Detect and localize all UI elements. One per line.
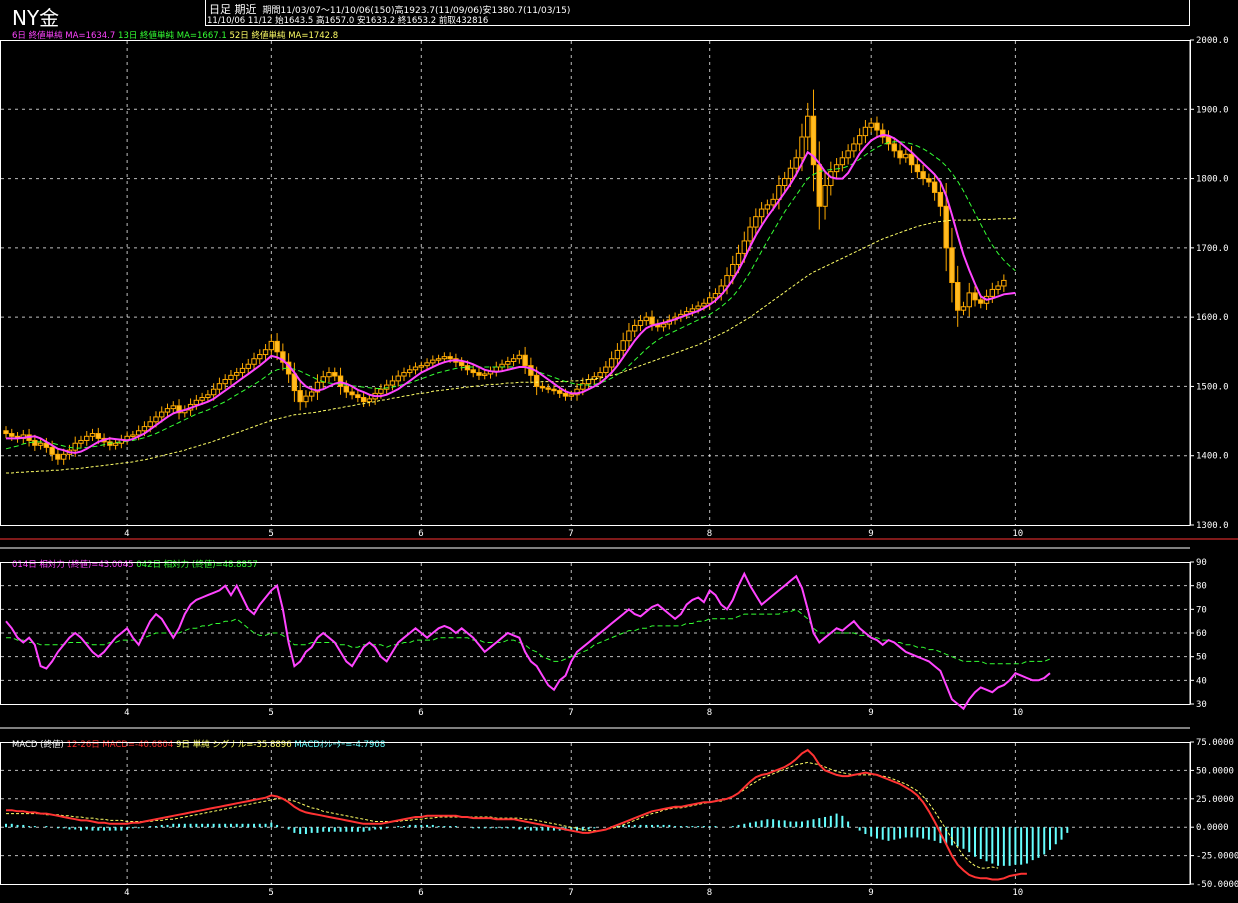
macd-ytick-label: -25.0000: [1196, 852, 1238, 862]
macd-xtick-label: 10: [1012, 888, 1023, 898]
macd-ytick-label: -50.0000: [1196, 880, 1238, 890]
macd-ytick-label: 0.0000: [1196, 823, 1229, 833]
macd-xtick-label: 5: [268, 888, 273, 898]
macd-signal-line: [6, 761, 999, 869]
macd-xtick-label: 6: [418, 888, 423, 898]
macd-xtick-label: 7: [568, 888, 573, 898]
macd-ytick-label: 50.0000: [1196, 766, 1234, 776]
macd-line: [6, 748, 1027, 881]
macd-ytick-label: 25.0000: [1196, 795, 1234, 805]
macd-xtick-label: 4: [124, 888, 129, 898]
macd-xtick-label: 9: [868, 888, 873, 898]
macd-chart: 75.0000 50.0000 25.0000 0.0000 -25.0000 -50.0…: [0, 727, 1238, 898]
macd-ytick-label: 75.0000: [1196, 738, 1234, 748]
macd-frame: [0, 742, 1191, 885]
macd-xtick-label: 8: [707, 888, 712, 898]
